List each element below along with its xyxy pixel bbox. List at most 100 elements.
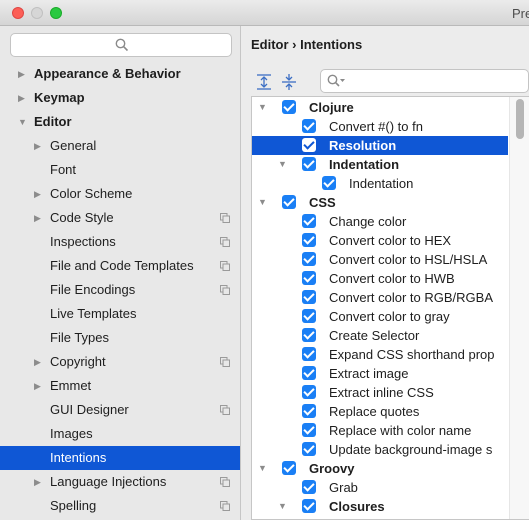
zoom-window-button[interactable] xyxy=(50,7,62,19)
sidebar-item-file-and-code-templates[interactable]: File and Code Templates xyxy=(0,254,240,278)
sidebar-item-copyright[interactable]: ▶ Copyright xyxy=(0,350,240,374)
sidebar-item-label: Code Style xyxy=(50,210,114,225)
checkbox[interactable] xyxy=(302,404,316,418)
checkbox[interactable] xyxy=(302,119,316,133)
checkbox[interactable] xyxy=(302,366,316,380)
sidebar-item-label: Keymap xyxy=(34,90,85,105)
intention-label: Convert color to RGB/RGBA xyxy=(329,290,493,305)
sidebar-item-editor[interactable]: ▼ Editor xyxy=(0,110,240,134)
checkbox[interactable] xyxy=(282,195,296,209)
sidebar-item-color-scheme[interactable]: ▶ Color Scheme xyxy=(0,182,240,206)
tree-row[interactable]: Extract inline CSS xyxy=(252,383,508,402)
tree-group-row[interactable]: ▼ Indentation xyxy=(252,155,508,174)
chevron-right-icon[interactable]: ▶ xyxy=(34,374,41,398)
checkbox[interactable] xyxy=(302,480,316,494)
tree-row[interactable]: Convert color to HSL/HSLA xyxy=(252,250,508,269)
checkbox[interactable] xyxy=(302,499,316,513)
intention-label: Extract inline CSS xyxy=(329,385,434,400)
expand-all-icon[interactable] xyxy=(255,73,273,91)
checkbox[interactable] xyxy=(302,138,316,152)
intention-label: Expand CSS shorthand prop xyxy=(329,347,495,362)
sidebar-item-code-style[interactable]: ▶ Code Style xyxy=(0,206,240,230)
tree-group-row[interactable]: ▼ CSS xyxy=(252,193,508,212)
sidebar-item-file-encodings[interactable]: File Encodings xyxy=(0,278,240,302)
tree-group-row[interactable]: ▼ Closures xyxy=(252,497,508,516)
sidebar-item-label: Live Templates xyxy=(50,306,137,321)
tree-scrollbar[interactable] xyxy=(509,97,529,519)
tree-row[interactable]: Convert color to gray xyxy=(252,307,508,326)
checkbox[interactable] xyxy=(302,309,316,323)
tree-row[interactable]: Replace quotes xyxy=(252,402,508,421)
sidebar-item-file-types[interactable]: File Types xyxy=(0,326,240,350)
chevron-right-icon[interactable]: ▶ xyxy=(34,206,41,230)
sidebar-item-gui-designer[interactable]: GUI Designer xyxy=(0,398,240,422)
close-window-button[interactable] xyxy=(12,7,24,19)
tree-row[interactable]: Convert color to HEX xyxy=(252,231,508,250)
tree-group-row[interactable]: ▼ Groovy xyxy=(252,459,508,478)
sidebar-item-language-injections[interactable]: ▶ Language Injections xyxy=(0,470,240,494)
checkbox[interactable] xyxy=(302,157,316,171)
checkbox[interactable] xyxy=(282,100,296,114)
chevron-down-icon[interactable]: ▼ xyxy=(258,459,267,478)
checkbox[interactable] xyxy=(302,290,316,304)
sidebar-item-label: Editor xyxy=(34,114,72,129)
chevron-right-icon[interactable]: ▶ xyxy=(34,182,41,206)
project-settings-icon xyxy=(220,477,230,487)
tree-row[interactable]: Convert color to HWB xyxy=(252,269,508,288)
checkbox[interactable] xyxy=(302,442,316,456)
tree-row[interactable]: Change color xyxy=(252,212,508,231)
tree-row[interactable]: Create Selector xyxy=(252,326,508,345)
sidebar-item-emmet[interactable]: ▶ Emmet xyxy=(0,374,240,398)
project-settings-icon xyxy=(220,261,230,271)
search-history-icon[interactable] xyxy=(327,74,347,88)
chevron-right-icon[interactable]: ▶ xyxy=(18,62,25,86)
intentions-filter-input[interactable] xyxy=(320,69,529,93)
checkbox[interactable] xyxy=(302,271,316,285)
tree-group-row[interactable]: ▼ Clojure xyxy=(252,98,508,117)
chevron-down-icon[interactable]: ▼ xyxy=(278,155,287,174)
chevron-right-icon[interactable]: ▶ xyxy=(34,470,41,494)
checkbox[interactable] xyxy=(302,328,316,342)
collapse-all-icon[interactable] xyxy=(280,73,298,91)
sidebar-item-label: Emmet xyxy=(50,378,92,393)
tree-row[interactable]: Update background-image s xyxy=(252,440,508,459)
scrollbar-thumb[interactable] xyxy=(516,99,524,139)
tree-row[interactable]: Extract image xyxy=(252,364,508,383)
sidebar-item-appearance-behavior[interactable]: ▶ Appearance & Behavior xyxy=(0,62,240,86)
checkbox[interactable] xyxy=(302,214,316,228)
chevron-down-icon[interactable]: ▼ xyxy=(18,110,27,134)
tree-row[interactable]: Replace with color name xyxy=(252,421,508,440)
checkbox[interactable] xyxy=(302,252,316,266)
tree-row[interactable]: Resolution xyxy=(252,136,508,155)
sidebar-item-images[interactable]: Images xyxy=(0,422,240,446)
checkbox[interactable] xyxy=(302,347,316,361)
checkbox[interactable] xyxy=(302,423,316,437)
checkbox[interactable] xyxy=(302,233,316,247)
chevron-right-icon[interactable]: ▶ xyxy=(18,86,25,110)
chevron-down-icon[interactable]: ▼ xyxy=(278,497,287,516)
chevron-right-icon[interactable]: ▶ xyxy=(34,134,41,158)
sidebar-item-keymap[interactable]: ▶ Keymap xyxy=(0,86,240,110)
chevron-down-icon[interactable]: ▼ xyxy=(258,193,267,212)
sidebar-item-general[interactable]: ▶ General xyxy=(0,134,240,158)
sidebar-item-font[interactable]: Font xyxy=(0,158,240,182)
tree-row[interactable]: Convert #() to fn xyxy=(252,117,508,136)
tree-row[interactable]: Indentation xyxy=(252,174,508,193)
minimize-window-button[interactable] xyxy=(31,7,43,19)
intention-label: Extract image xyxy=(329,366,409,381)
sidebar-item-intentions[interactable]: Intentions xyxy=(0,446,240,470)
sidebar-item-live-templates[interactable]: Live Templates xyxy=(0,302,240,326)
tree-row[interactable]: Convert color to RGB/RGBA xyxy=(252,288,508,307)
tree-row[interactable]: Expand CSS shorthand prop xyxy=(252,345,508,364)
sidebar-item-spelling[interactable]: Spelling xyxy=(0,494,240,518)
intention-label: Convert color to HEX xyxy=(329,233,452,248)
checkbox[interactable] xyxy=(322,176,336,190)
checkbox[interactable] xyxy=(302,385,316,399)
window-titlebar: Pre xyxy=(0,0,529,26)
chevron-down-icon[interactable]: ▼ xyxy=(258,98,267,117)
tree-row[interactable]: Grab xyxy=(252,478,508,497)
sidebar-item-inspections[interactable]: Inspections xyxy=(0,230,240,254)
checkbox[interactable] xyxy=(282,461,296,475)
settings-search-input[interactable] xyxy=(10,33,232,57)
chevron-right-icon[interactable]: ▶ xyxy=(34,350,41,374)
